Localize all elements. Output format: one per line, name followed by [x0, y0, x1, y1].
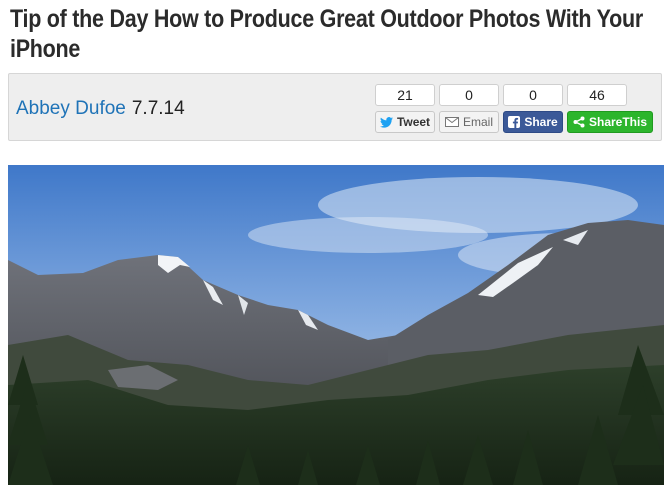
facebook-share: 0 Share — [503, 84, 563, 133]
email-label: Email — [462, 115, 493, 129]
author-link[interactable]: Abbey Dufoe — [16, 98, 126, 119]
sharethis-button[interactable]: ShareThis — [567, 111, 653, 133]
facebook-icon — [508, 116, 521, 128]
tweet-button[interactable]: Tweet — [375, 111, 435, 133]
facebook-share-button[interactable]: Share — [503, 111, 563, 133]
sharethis-share: 46 ShareThis — [567, 84, 653, 133]
envelope-icon — [444, 117, 459, 127]
sharethis-count: 46 — [567, 84, 627, 106]
facebook-label: Share — [524, 115, 558, 129]
article-hero-image — [8, 165, 664, 485]
byline: Abbey Dufoe 7.7.14 — [16, 98, 185, 120]
email-button[interactable]: Email — [439, 111, 499, 133]
tweet-share: 21 Tweet — [375, 84, 435, 133]
facebook-count: 0 — [503, 84, 563, 106]
email-count: 0 — [439, 84, 499, 106]
byline-share-bar: Abbey Dufoe 7.7.14 21 Tweet 0 Email 0 Sha… — [8, 73, 662, 141]
sharethis-label: ShareThis — [588, 115, 648, 129]
tweet-count: 21 — [375, 84, 435, 106]
article-title: Tip of the Day How to Produce Great Outd… — [10, 5, 643, 63]
share-icon — [573, 116, 585, 128]
tweet-label: Tweet — [396, 115, 431, 129]
twitter-bird-icon — [379, 116, 393, 128]
publish-date: 7.7.14 — [131, 98, 185, 119]
email-share: 0 Email — [439, 84, 499, 133]
